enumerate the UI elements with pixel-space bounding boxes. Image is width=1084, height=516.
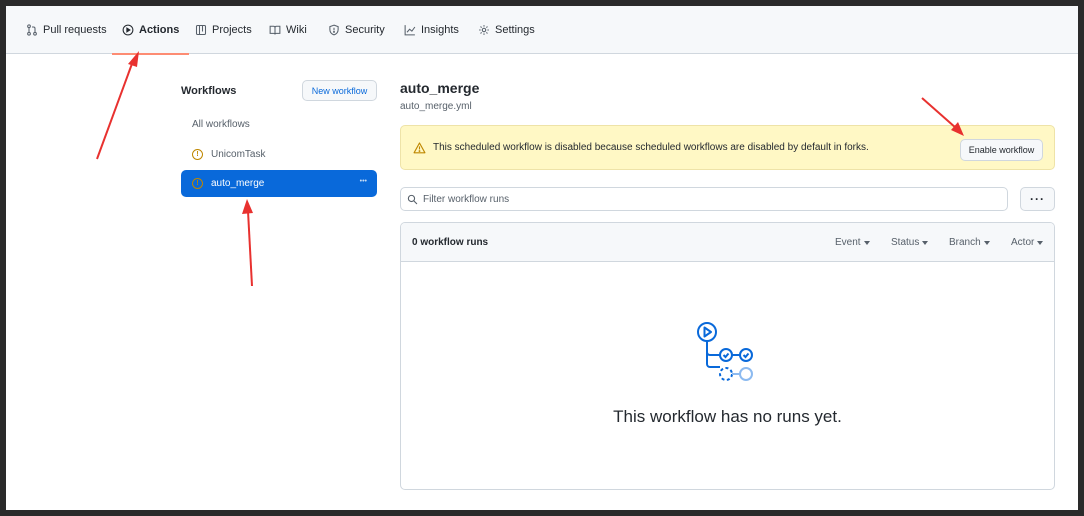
dropdown-label: Branch	[949, 237, 981, 248]
book-icon	[269, 25, 281, 35]
tab-label: Security	[345, 24, 385, 36]
filter-workflow-runs	[400, 187, 1008, 211]
browser-frame: Pull requests Actions Projects Wiki Secu…	[6, 6, 1078, 510]
sidebar-header: Workflows New workflow	[181, 80, 377, 102]
tab-label: Settings	[495, 24, 535, 36]
annotation-arrow	[242, 199, 253, 287]
warning-circle-icon: !	[192, 178, 203, 189]
sidebar-item-label: All workflows	[192, 119, 250, 130]
pull-request-icon	[27, 24, 37, 36]
dropdown-label: Event	[835, 237, 861, 248]
filter-input[interactable]	[423, 191, 983, 207]
tab-insights[interactable]: Insights	[404, 6, 459, 54]
alert-icon	[413, 142, 426, 154]
workflow-file-link[interactable]: auto_merge.yml	[400, 101, 472, 112]
workflows-sidebar: Workflows New workflow All workflows ! U…	[181, 80, 377, 197]
sidebar-title: Workflows	[181, 85, 237, 97]
sidebar-item-unicomtask[interactable]: ! UnicomTask	[181, 141, 377, 168]
disabled-workflow-banner: This scheduled workflow is disabled beca…	[400, 125, 1055, 170]
tab-settings[interactable]: Settings	[478, 6, 535, 54]
sidebar-item-auto-merge[interactable]: ! auto_merge •••	[181, 170, 377, 197]
shield-icon	[329, 24, 339, 36]
actor-filter-dropdown[interactable]: Actor	[1011, 237, 1044, 248]
warning-circle-icon: !	[192, 149, 203, 160]
graph-icon	[404, 25, 416, 36]
tab-label: Actions	[139, 24, 180, 36]
new-workflow-button[interactable]: New workflow	[302, 80, 377, 101]
sidebar-item-label: UnicomTask	[211, 149, 266, 160]
caret-down-icon	[922, 241, 929, 245]
tab-label: Insights	[421, 24, 459, 36]
table-icon	[195, 24, 207, 36]
annotation-arrow	[96, 51, 139, 160]
enable-workflow-button[interactable]: Enable workflow	[960, 139, 1043, 161]
event-filter-dropdown[interactable]: Event	[835, 237, 870, 248]
more-options-button[interactable]: ···	[1020, 187, 1055, 211]
kebab-icon[interactable]: •••	[360, 178, 367, 185]
sidebar-item-label: auto_merge	[211, 178, 265, 189]
workflow-illustration-icon	[697, 322, 753, 381]
tab-actions[interactable]: Actions	[111, 6, 190, 55]
caret-down-icon	[983, 241, 990, 245]
tab-pull-requests[interactable]: Pull requests	[26, 6, 107, 54]
play-icon	[122, 24, 134, 36]
banner-text: This scheduled workflow is disabled beca…	[433, 142, 869, 153]
tab-wiki[interactable]: Wiki	[269, 6, 307, 54]
repo-nav: Pull requests Actions Projects Wiki Secu…	[6, 6, 1078, 55]
tab-label: Pull requests	[43, 24, 107, 36]
tab-projects[interactable]: Projects	[195, 6, 252, 54]
page-title: auto_merge	[400, 80, 480, 96]
dropdown-label: Actor	[1011, 237, 1035, 248]
dropdown-label: Status	[891, 237, 920, 248]
runs-header: 0 workflow runs Event Status Branch Acto…	[401, 223, 1054, 262]
caret-down-icon	[863, 241, 870, 245]
workflow-runs-box: 0 workflow runs Event Status Branch Acto…	[400, 222, 1055, 490]
caret-down-icon	[1037, 241, 1044, 245]
tab-label: Wiki	[286, 24, 307, 36]
status-filter-dropdown[interactable]: Status	[891, 237, 929, 248]
tab-label: Projects	[212, 24, 252, 36]
search-icon	[407, 194, 418, 205]
runs-count: 0 workflow runs	[412, 237, 489, 248]
branch-filter-dropdown[interactable]: Branch	[949, 237, 990, 248]
tab-security[interactable]: Security	[328, 6, 385, 54]
gear-icon	[479, 25, 489, 35]
empty-state-message: This workflow has no runs yet.	[613, 407, 842, 426]
sidebar-item-all-workflows[interactable]: All workflows	[181, 111, 377, 138]
